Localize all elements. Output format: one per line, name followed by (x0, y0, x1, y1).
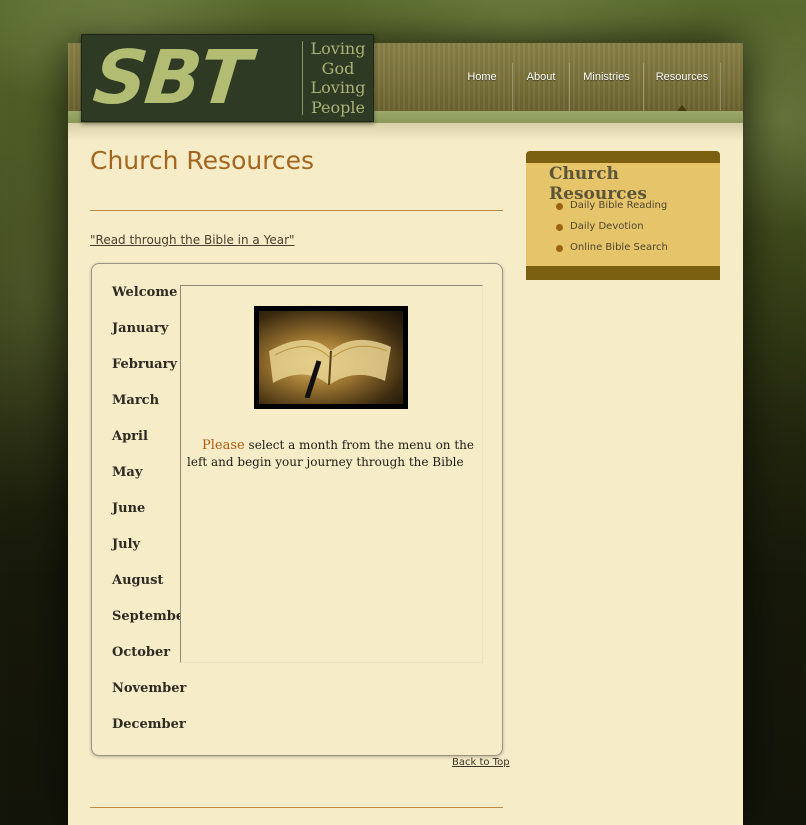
intro-highlight: Please (202, 438, 245, 453)
sidebar-resources: Church Resources Daily Bible Reading Dai… (526, 151, 720, 280)
month-item-june[interactable]: June (112, 500, 182, 536)
nav-divider (720, 63, 721, 111)
logo-mark: SBT (89, 35, 253, 121)
header-shadow (68, 123, 743, 141)
month-item-november[interactable]: November (112, 680, 186, 716)
month-menu: Welcome January February March April May… (112, 284, 191, 752)
open-bible-image-fill (259, 311, 403, 404)
active-indicator-icon (677, 105, 687, 111)
site-logo[interactable]: SBT Loving God Loving People (81, 34, 374, 122)
nav-ministries[interactable]: Ministries (570, 43, 643, 111)
month-item-december[interactable]: December (112, 716, 186, 752)
page-title: Church Resources (90, 146, 315, 175)
logo-tagline-line: People (311, 97, 365, 117)
month-item-october[interactable]: October (112, 644, 182, 680)
nav-about[interactable]: About (513, 43, 569, 111)
logo-divider (302, 41, 303, 115)
month-item-april[interactable]: April (112, 428, 182, 464)
intro-text: Please select a month from the menu on t… (187, 437, 477, 470)
month-item-welcome[interactable]: Welcome (112, 284, 182, 320)
logo-tagline-line: Loving (310, 39, 366, 58)
nav-label: Resources (655, 71, 709, 83)
month-item-july[interactable]: July (112, 536, 182, 572)
divider (90, 210, 503, 211)
sidebar-item-daily-devotion[interactable]: Daily Devotion (556, 220, 668, 241)
month-item-may[interactable]: May (112, 464, 182, 500)
sidebar-item-daily-bible-reading[interactable]: Daily Bible Reading (556, 199, 668, 220)
month-item-march[interactable]: March (112, 392, 182, 428)
month-item-january[interactable]: January (112, 320, 182, 356)
nav-label: Home (467, 71, 497, 83)
month-item-august[interactable]: August (112, 572, 182, 608)
sidebar-list: Daily Bible Reading Daily Devotion Onlin… (556, 199, 668, 262)
month-item-february[interactable]: February (112, 356, 182, 392)
month-item-september[interactable]: September (112, 608, 191, 644)
divider (90, 807, 503, 808)
sidebar-item-online-bible-search[interactable]: Online Bible Search (556, 241, 668, 262)
main-nav: Home About Ministries Resources (452, 43, 721, 111)
nav-label: About (526, 71, 556, 83)
sidebar-bottom-bar (526, 266, 720, 280)
nav-resources[interactable]: Resources (644, 43, 720, 111)
sidebar-title: Church Resources (549, 164, 647, 204)
sidebar-top-bar (526, 151, 720, 163)
logo-tagline: Loving God Loving People (306, 39, 370, 117)
back-to-top-link[interactable]: Back to Top (452, 757, 510, 768)
open-bible-image (254, 306, 408, 409)
logo-tagline-line: God (321, 58, 355, 78)
nav-label: Ministries (583, 71, 630, 83)
bible-year-link[interactable]: "Read through the Bible in a Year" (90, 233, 295, 247)
nav-home[interactable]: Home (452, 43, 512, 111)
open-bible-icon (269, 339, 391, 399)
logo-tagline-line: Loving (310, 78, 366, 97)
